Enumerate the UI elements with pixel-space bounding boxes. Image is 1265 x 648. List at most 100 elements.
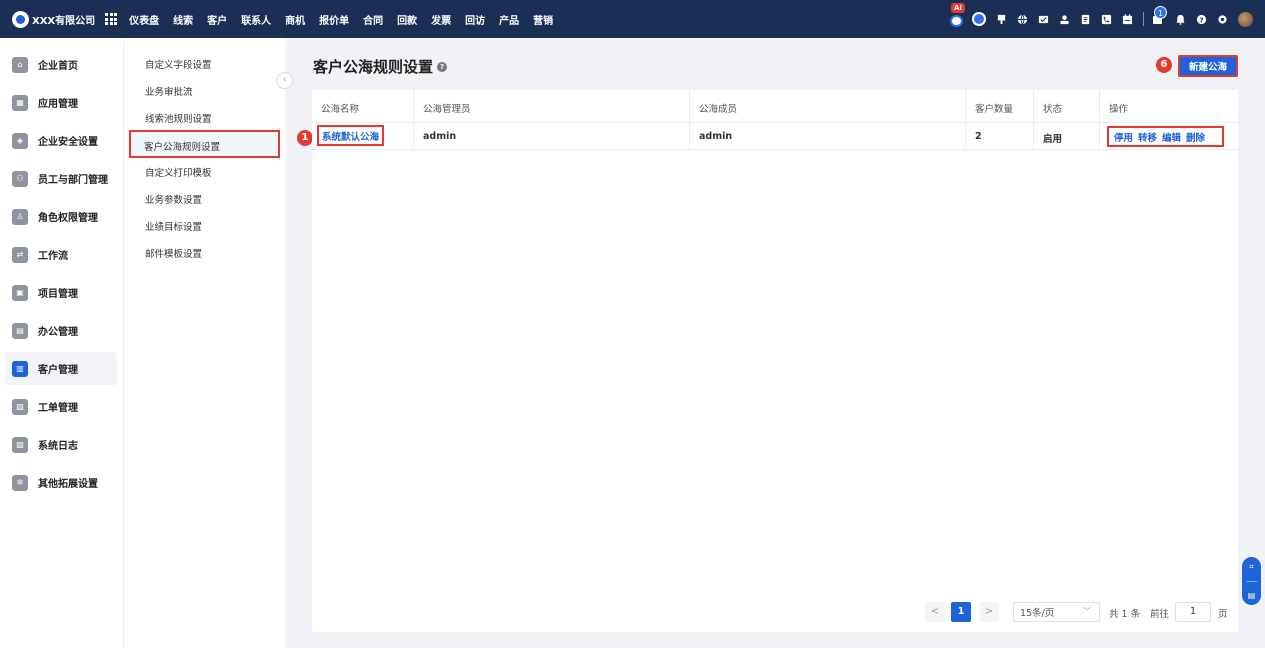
bell-icon[interactable] <box>1175 14 1186 25</box>
sidebar-item-customers[interactable]: ▥ 客户管理 <box>5 352 117 385</box>
shield-icon: ◈ <box>12 132 28 149</box>
page-title: 客户公海规则设置 ? <box>313 56 448 77</box>
nav-visits[interactable]: 回访 <box>465 12 485 27</box>
office-icon: ▤ <box>12 322 28 339</box>
collapse-sidebar-button[interactable]: ‹ <box>276 72 293 89</box>
divider <box>1246 580 1257 582</box>
pool-name-link[interactable]: 系统默认公海 <box>317 125 385 146</box>
nav-opportunities[interactable]: 商机 <box>285 12 305 27</box>
sidebar-item-home[interactable]: ⌂ 企业首页 <box>5 48 117 81</box>
next-page-button[interactable]: > <box>979 602 999 622</box>
subnav-customer-pool-rules[interactable]: 客户公海规则设置 <box>129 130 280 158</box>
customer-icon: ▥ <box>12 360 28 377</box>
page-unit-label: 页 <box>1218 609 1228 620</box>
globe-icon[interactable] <box>1017 14 1028 25</box>
nav-quotes[interactable]: 报价单 <box>319 12 349 27</box>
sidebar-item-apps[interactable]: ▦ 应用管理 <box>5 86 117 119</box>
th-pool-name: 公海名称 <box>321 104 360 115</box>
top-icons: AI 1 ? <box>949 0 1253 38</box>
form-icon[interactable]: ▤ <box>1248 591 1256 600</box>
page-size-select[interactable]: 15条/页 ﹀ <box>1013 602 1100 622</box>
apps-icon: ▦ <box>12 94 28 111</box>
sidebar-item-label: 其他拓展设置 <box>38 479 98 490</box>
subnav-custom-fields[interactable]: 自定义字段设置 <box>145 57 212 71</box>
company-logo[interactable]: XXX有限公司 <box>12 10 96 28</box>
subnav-item-label: 客户公海规则设置 <box>144 142 221 153</box>
pin-icon[interactable] <box>996 14 1007 25</box>
row-actions: 停用 转移 编辑 删除 <box>1107 126 1224 147</box>
nav-leads[interactable]: 线索 <box>173 12 193 27</box>
sidebar-item-label: 工单管理 <box>38 403 78 414</box>
app-grid-icon[interactable] <box>105 13 118 25</box>
customer-count: 2 <box>975 131 982 142</box>
sidebar-item-tickets[interactable]: ▧ 工单管理 <box>5 390 117 423</box>
sidebar-item-label: 办公管理 <box>38 327 78 338</box>
sidebar-item-roles[interactable]: ♙ 角色权限管理 <box>5 200 117 233</box>
mail-icon[interactable] <box>1038 14 1049 25</box>
home-icon: ⌂ <box>12 56 28 73</box>
nav-marketing[interactable]: 营销 <box>533 12 553 27</box>
robot-icon[interactable]: AI <box>949 2 966 27</box>
company-name: XXX有限公司 <box>32 15 96 27</box>
goto-label: 前往 <box>1150 609 1170 620</box>
doc-icon[interactable] <box>1080 14 1091 25</box>
help-icon[interactable]: ? <box>1196 14 1207 25</box>
subnav-performance-goals[interactable]: 业绩目标设置 <box>145 219 202 233</box>
delete-action[interactable]: 删除 <box>1186 130 1205 144</box>
nav-contacts[interactable]: 联系人 <box>241 12 271 27</box>
pagination: < 1 > 15条/页 ﹀ 共 1 条 前往 1 页 <box>312 602 1238 622</box>
sidebar-item-extensions[interactable]: ✲ 其他拓展设置 <box>5 466 117 499</box>
th-status: 状态 <box>1043 104 1063 115</box>
total-count: 共 1 条 <box>1109 609 1141 620</box>
nav-products[interactable]: 产品 <box>499 12 519 27</box>
gear-icon[interactable] <box>1217 14 1228 25</box>
sidebar-item-security[interactable]: ◈ 企业安全设置 <box>5 124 117 157</box>
log-icon: ▨ <box>12 436 28 453</box>
phone-icon[interactable] <box>1101 14 1112 25</box>
edit-action[interactable]: 编辑 <box>1162 130 1181 144</box>
sidebar-item-workflow[interactable]: ⇄ 工作流 <box>5 238 117 271</box>
floating-toolbar[interactable]: ⌗ ▤ <box>1242 557 1261 605</box>
nav-invoices[interactable]: 发票 <box>431 12 451 27</box>
sidebar-item-org[interactable]: ⚇ 员工与部门管理 <box>5 162 117 195</box>
question-icon[interactable]: ? <box>437 61 448 72</box>
subnav-email-templates[interactable]: 邮件模板设置 <box>145 246 202 260</box>
chat-icon[interactable] <box>972 12 986 26</box>
divider <box>1143 12 1144 26</box>
marker-6: 6 <box>1156 57 1172 73</box>
sidebar-item-label: 企业安全设置 <box>38 137 98 148</box>
subnav-business-params[interactable]: 业务参数设置 <box>145 192 202 206</box>
nav-customers[interactable]: 客户 <box>207 12 227 27</box>
ticket-icon: ▧ <box>12 398 28 415</box>
sidebar-item-office[interactable]: ▤ 办公管理 <box>5 314 117 347</box>
subnav-lead-pool-rules[interactable]: 线索池规则设置 <box>145 111 212 125</box>
pool-table-panel: 公海名称 公海管理员 公海成员 客户数量 状态 操作 系统默认公海 admin … <box>312 90 1238 632</box>
contact-icon[interactable] <box>1059 14 1070 25</box>
sidebar-item-label: 项目管理 <box>38 289 78 300</box>
calendar-icon[interactable] <box>1122 13 1133 25</box>
nav-payments[interactable]: 回款 <box>397 12 417 27</box>
th-actions: 操作 <box>1109 104 1129 115</box>
avatar[interactable] <box>1238 11 1253 27</box>
scan-icon[interactable]: ⌗ <box>1249 562 1254 572</box>
disable-action[interactable]: 停用 <box>1114 130 1133 144</box>
th-customer-count: 客户数量 <box>975 104 1014 115</box>
sidebar-item-projects[interactable]: ▣ 项目管理 <box>5 276 117 309</box>
subnav-approval-flow[interactable]: 业务审批流 <box>145 84 193 98</box>
project-icon: ▣ <box>12 284 28 301</box>
th-pool-members: 公海成员 <box>699 104 738 115</box>
page-1-button[interactable]: 1 <box>951 602 971 622</box>
prev-page-button[interactable]: < <box>925 602 945 622</box>
subnav-print-templates[interactable]: 自定义打印模板 <box>145 165 212 179</box>
nav-contracts[interactable]: 合同 <box>363 12 383 27</box>
sidebar-item-label: 员工与部门管理 <box>38 175 108 186</box>
new-pool-button[interactable]: 新建公海 <box>1178 55 1238 77</box>
nav-dashboard[interactable]: 仪表盘 <box>129 12 159 27</box>
top-bar: XXX有限公司 仪表盘 线索 客户 联系人 商机 报价单 合同 回款 发票 回访… <box>0 0 1265 38</box>
workflow-icon: ⇄ <box>12 246 28 263</box>
sidebar-item-logs[interactable]: ▨ 系统日志 <box>5 428 117 461</box>
sidebar-item-label: 客户管理 <box>38 365 78 376</box>
transfer-action[interactable]: 转移 <box>1138 130 1157 144</box>
goto-page-input[interactable]: 1 <box>1175 602 1211 622</box>
message-icon[interactable]: 1 <box>1152 5 1167 26</box>
